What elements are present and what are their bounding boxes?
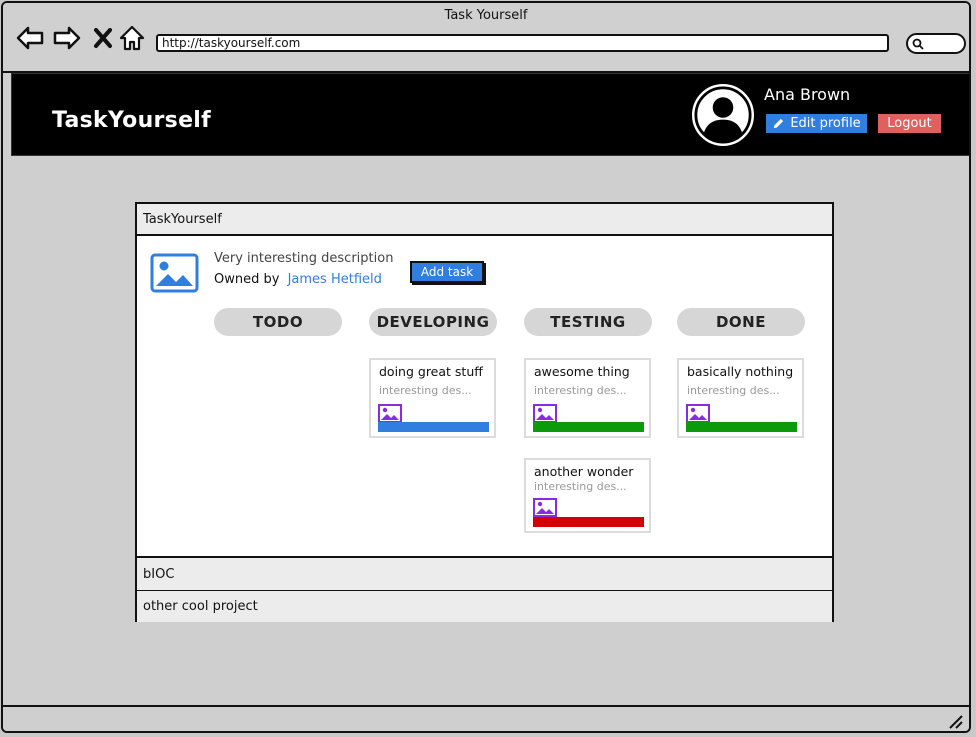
task-status-bar	[378, 422, 489, 432]
task-title: awesome thing	[534, 364, 630, 379]
window-title: Task Yourself	[444, 8, 528, 23]
column-header-todo: TODO	[214, 308, 342, 336]
project-header-taskyourself[interactable]: TaskYourself	[137, 204, 832, 236]
column-header-developing: DEVELOPING	[369, 308, 497, 336]
project-description: Very interesting description	[214, 251, 394, 266]
task-card[interactable]: basically nothing interesting des...	[677, 358, 804, 438]
browser-titlebar: Task Yourself http://taskyourself.com	[3, 3, 969, 73]
project-header-bioc[interactable]: bIOC	[137, 556, 832, 592]
owned-by-label: Owned by	[214, 272, 280, 287]
search-icon	[912, 38, 924, 50]
resize-grip-icon[interactable]	[947, 713, 963, 729]
task-card[interactable]: another wonder interesting des...	[524, 458, 651, 533]
task-image-icon	[378, 404, 402, 423]
logout-button[interactable]: Logout	[878, 114, 941, 133]
owner-link[interactable]: James Hetfield	[288, 272, 382, 287]
browser-window: Task Yourself http://taskyourself.com Ta…	[1, 1, 971, 733]
task-description: interesting des...	[534, 384, 627, 397]
task-status-bar	[533, 517, 644, 527]
edit-profile-label: Edit profile	[790, 116, 861, 131]
task-status-bar	[533, 422, 644, 432]
stop-icon[interactable]	[88, 23, 118, 53]
project-image-icon	[150, 253, 199, 293]
task-title: doing great stuff	[379, 364, 483, 379]
user-avatar-icon	[694, 86, 752, 144]
user-name: Ana Brown	[764, 85, 851, 104]
edit-profile-button[interactable]: Edit profile	[766, 114, 867, 133]
add-task-button[interactable]: Add task	[410, 261, 484, 283]
home-icon[interactable]	[117, 23, 147, 53]
task-description: interesting des...	[379, 384, 472, 397]
task-description: interesting des...	[534, 480, 627, 493]
browser-search-box[interactable]	[906, 33, 966, 54]
forward-arrow-icon[interactable]	[52, 23, 82, 53]
task-description: interesting des...	[687, 384, 780, 397]
status-bar	[3, 705, 969, 731]
address-bar[interactable]: http://taskyourself.com	[156, 34, 889, 52]
task-image-icon	[533, 498, 557, 517]
column-header-testing: TESTING	[524, 308, 652, 336]
task-status-bar	[686, 422, 797, 432]
project-owner-line: Owned by James Hetfield	[214, 272, 382, 287]
project-header-other-cool-project[interactable]: other cool project	[137, 591, 832, 622]
app-header: TaskYourself Ana Brown Edit profile Logo…	[11, 73, 969, 156]
brand-logo[interactable]: TaskYourself	[52, 108, 211, 133]
back-arrow-icon[interactable]	[15, 23, 45, 53]
task-card[interactable]: awesome thing interesting des...	[524, 358, 651, 438]
task-card[interactable]: doing great stuff interesting des...	[369, 358, 496, 438]
column-header-done: DONE	[677, 308, 805, 336]
task-title: another wonder	[534, 464, 634, 479]
task-image-icon	[686, 404, 710, 423]
pencil-icon	[774, 118, 784, 129]
task-image-icon	[533, 404, 557, 423]
projects-accordion: TaskYourself Very interesting descriptio…	[135, 202, 834, 622]
task-title: basically nothing	[687, 364, 794, 379]
avatar[interactable]	[692, 84, 754, 146]
